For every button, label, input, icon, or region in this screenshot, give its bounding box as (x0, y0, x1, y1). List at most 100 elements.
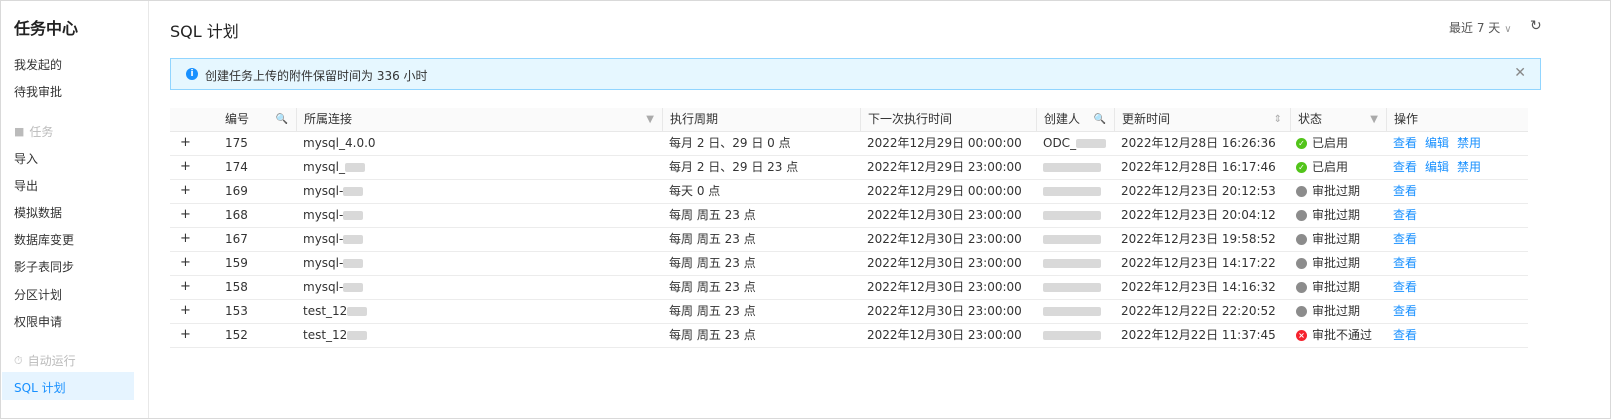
expand-icon[interactable]: + (180, 184, 191, 197)
filter-icon[interactable]: ▼ (1370, 108, 1378, 131)
redacted-text (1043, 259, 1101, 268)
table-row[interactable]: +167 mysql- 每周 周五 23 点 2022年12月30日 23:00:00… (170, 228, 1528, 252)
cell-id: 153 (225, 304, 248, 318)
cell-id: 152 (225, 328, 248, 342)
cell-cycle: 每月 2 日、29 日 23 点 (669, 160, 799, 174)
col-next-exec: 下一次执行时间 (860, 108, 1036, 131)
cell-next-exec: 2022年12月30日 23:00:00 (867, 280, 1022, 294)
search-icon[interactable]: 🔍 (276, 108, 288, 131)
table-row[interactable]: +152 test_12 每周 周五 23 点 2022年12月30日 23:00:0… (170, 324, 1528, 348)
table-row[interactable]: +159 mysql- 每周 周五 23 点 2022年12月30日 23:00:00… (170, 252, 1528, 276)
expand-icon[interactable]: + (180, 328, 191, 341)
expand-icon[interactable]: + (180, 136, 191, 149)
view-link[interactable]: 查看 (1393, 232, 1417, 246)
disable-link[interactable]: 禁用 (1457, 136, 1481, 150)
expand-icon[interactable]: + (180, 280, 191, 293)
table-header: 编号 🔍 所属连接 ▼ 执行周期 下一次执行时间 创建人 🔍 更新时间 ⇕ 状态… (170, 108, 1528, 132)
cell-id: 168 (225, 208, 248, 222)
expand-icon[interactable]: + (180, 256, 191, 269)
cell-updated: 2022年12月22日 22:20:52 (1121, 304, 1276, 318)
cell-cycle: 每周 周五 23 点 (669, 232, 756, 246)
close-circle-icon: × (1296, 330, 1307, 341)
sidebar-item-sql-plan[interactable]: SQL 计划 (2, 372, 134, 400)
cell-id: 175 (225, 136, 248, 150)
check-circle-icon: ✓ (1296, 138, 1307, 149)
col-actions: 操作 (1386, 108, 1528, 131)
check-circle-icon: ✓ (1296, 162, 1307, 173)
edit-link[interactable]: 编辑 (1425, 136, 1449, 150)
cell-actions: 查看 (1393, 324, 1425, 347)
table-row[interactable]: +168 mysql- 每周 周五 23 点 2022年12月30日 23:00:00… (170, 204, 1528, 228)
connection-name: mysql- (303, 256, 344, 270)
refresh-icon[interactable]: ↻ (1530, 18, 1542, 34)
redacted-text (1076, 139, 1107, 148)
chevron-down-icon: ∨ (1504, 24, 1512, 35)
sidebar-item-partition-plan[interactable]: 分区计划 (14, 286, 62, 303)
view-link[interactable]: 查看 (1393, 256, 1417, 270)
view-link[interactable]: 查看 (1393, 328, 1417, 342)
edit-link[interactable]: 编辑 (1425, 160, 1449, 174)
cell-id: 158 (225, 280, 248, 294)
sidebar: 任务中心 我发起的 待我审批 ■ 任务 导入 导出 模拟数据 数据库变更 影子表… (1, 1, 149, 418)
expand-icon[interactable]: + (180, 232, 191, 245)
col-expand (170, 108, 218, 131)
view-link[interactable]: 查看 (1393, 136, 1417, 150)
status-label: 审批过期 (1312, 184, 1361, 198)
sidebar-item-my-initiated[interactable]: 我发起的 (14, 56, 62, 73)
status-label: 审批过期 (1312, 256, 1361, 270)
stop-circle-icon (1296, 306, 1307, 317)
sort-icon[interactable]: ⇕ (1274, 108, 1282, 131)
redacted-text (345, 163, 365, 172)
view-link[interactable]: 查看 (1393, 280, 1417, 294)
connection-name: test_12 (303, 328, 348, 342)
redacted-text (1043, 307, 1101, 316)
filter-icon[interactable]: ▼ (646, 108, 654, 131)
redacted-text (343, 187, 364, 196)
col-id: 编号 🔍 (218, 108, 296, 131)
cell-creator (1043, 204, 1101, 227)
expand-icon[interactable]: + (180, 208, 191, 221)
sidebar-item-shadow-sync[interactable]: 影子表同步 (14, 258, 74, 275)
status-label: 审批过期 (1312, 232, 1361, 246)
sidebar-item-db-change[interactable]: 数据库变更 (14, 231, 74, 248)
sidebar-item-permission-request[interactable]: 权限申请 (14, 313, 62, 330)
table-row[interactable]: +153 test_12 每周 周五 23 点 2022年12月30日 23:00:0… (170, 300, 1528, 324)
cell-updated: 2022年12月23日 14:17:22 (1121, 256, 1276, 270)
sidebar-group-tasks: ■ 任务 (14, 123, 53, 140)
col-connection: 所属连接 ▼ (296, 108, 662, 131)
col-connection-label: 所属连接 (304, 112, 353, 126)
table-row[interactable]: +175 mysql_4.0.0 每月 2 日、29 日 0 点 2022年12月29… (170, 132, 1528, 156)
cell-connection: mysql_ (303, 156, 365, 179)
view-link[interactable]: 查看 (1393, 304, 1417, 318)
date-range-label: 最近 7 天 (1449, 21, 1501, 35)
cell-actions: 查看 编辑 禁用 (1393, 132, 1489, 155)
view-link[interactable]: 查看 (1393, 160, 1417, 174)
view-link[interactable]: 查看 (1393, 208, 1417, 222)
connection-name: mysql_4.0.0 (303, 136, 376, 150)
sidebar-item-pending-approval[interactable]: 待我审批 (14, 83, 62, 100)
date-range-select[interactable]: 最近 7 天 ∨ (1449, 19, 1512, 36)
cell-id: 159 (225, 256, 248, 270)
cell-updated: 2022年12月23日 20:04:12 (1121, 208, 1276, 222)
status-label: 审批过期 (1312, 208, 1361, 222)
sidebar-item-mock-data[interactable]: 模拟数据 (14, 204, 62, 221)
cell-actions: 查看 (1393, 180, 1425, 203)
connection-name: mysql- (303, 232, 344, 246)
table-row[interactable]: +169 mysql- 每天 0 点 2022年12月29日 00:00:00 2022… (170, 180, 1528, 204)
sidebar-group-tasks-label: 任务 (29, 125, 54, 139)
table-row[interactable]: +174 mysql_ 每月 2 日、29 日 23 点 2022年12月29日 23… (170, 156, 1528, 180)
col-updated-label: 更新时间 (1122, 112, 1171, 126)
sidebar-item-export[interactable]: 导出 (14, 177, 38, 194)
expand-icon[interactable]: + (180, 304, 191, 317)
cell-status: 审批过期 (1296, 276, 1360, 299)
expand-icon[interactable]: + (180, 160, 191, 173)
cell-cycle: 每周 周五 23 点 (669, 256, 756, 270)
view-link[interactable]: 查看 (1393, 184, 1417, 198)
cell-cycle: 每月 2 日、29 日 0 点 (669, 136, 791, 150)
close-icon[interactable]: ✕ (1514, 65, 1526, 81)
redacted-text (343, 211, 364, 220)
sidebar-item-import[interactable]: 导入 (14, 150, 38, 167)
disable-link[interactable]: 禁用 (1457, 160, 1481, 174)
search-icon[interactable]: 🔍 (1094, 108, 1106, 131)
table-row[interactable]: +158 mysql- 每周 周五 23 点 2022年12月30日 23:00:00… (170, 276, 1528, 300)
